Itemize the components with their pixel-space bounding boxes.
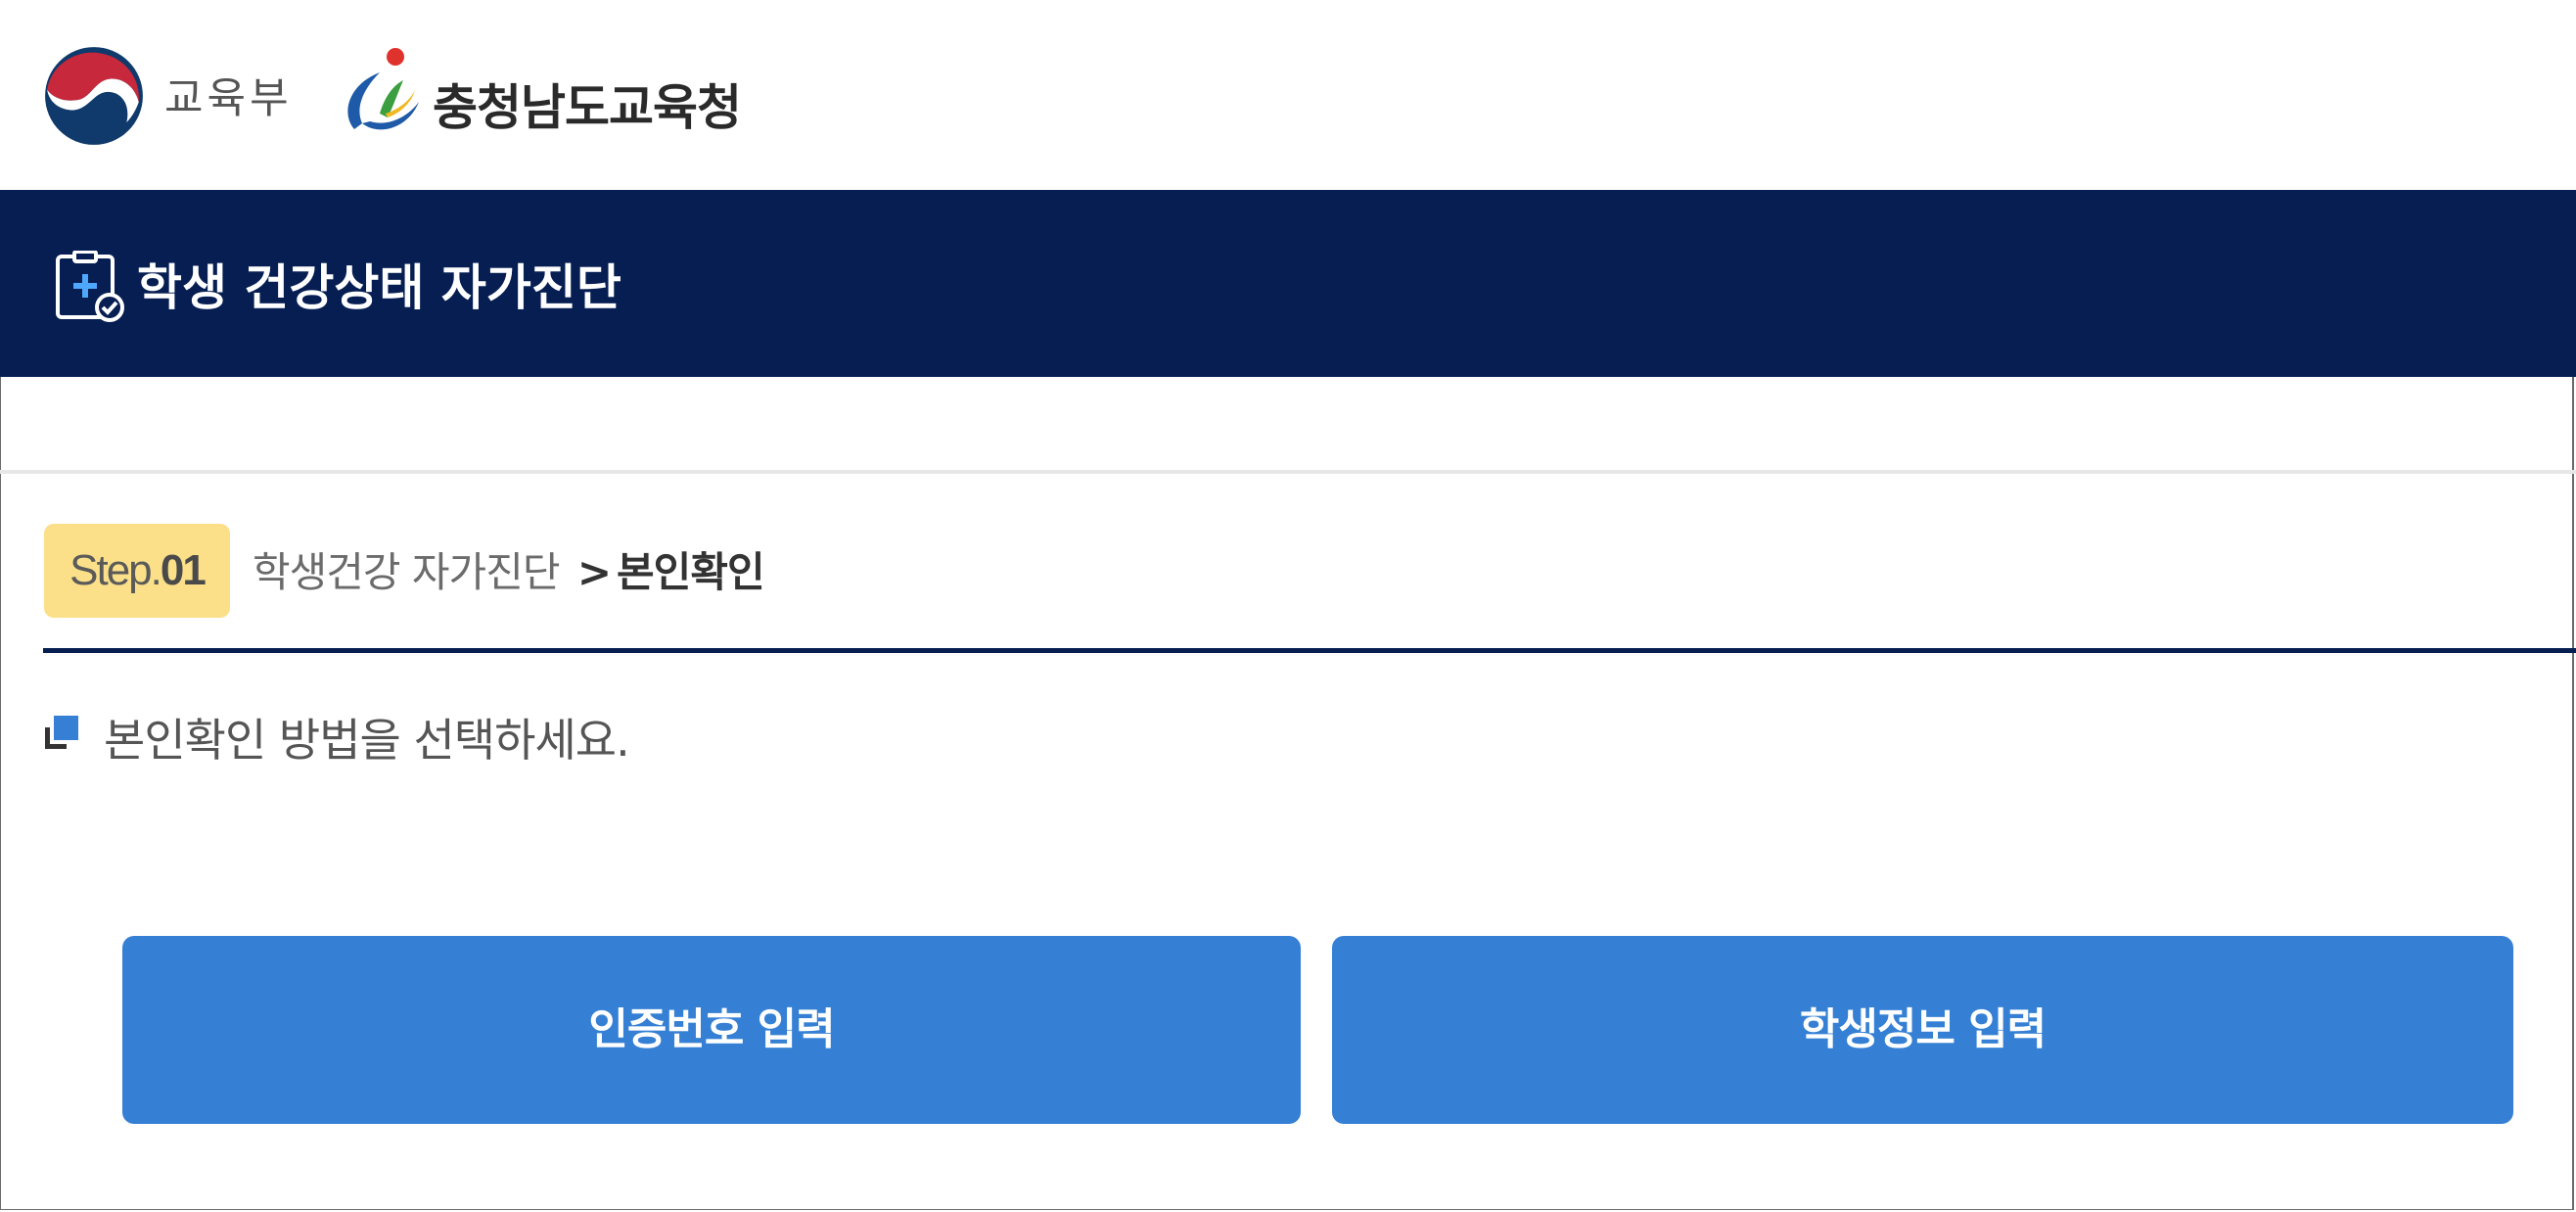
title-band: 학생 건강상태 자가진단 [0, 190, 2576, 377]
breadcrumb-separator: > [576, 548, 612, 596]
ministry-emblem-icon [45, 47, 143, 145]
breadcrumb-parent: 학생건강 자가진단 [253, 548, 560, 596]
step-badge-number: 01 [160, 546, 207, 594]
ministry-name: 교육부 [164, 74, 293, 123]
step-rule-divider [43, 648, 2576, 653]
clipboard-plus-check-icon [56, 251, 124, 322]
page-title: 학생 건강상태 자가진단 [137, 259, 621, 316]
breadcrumb-current: 본인확인 [617, 548, 765, 596]
office-name: 충청남도교육청 [433, 79, 742, 136]
step-badge: Step.01 [44, 524, 230, 618]
breadcrumb: 학생건강 자가진단 > 본인확인 [253, 539, 765, 599]
step-badge-prefix: Step. [69, 546, 162, 594]
logo-header: 교육부 충청남도교육청 [0, 0, 2576, 190]
section-divider [0, 470, 2576, 474]
office-emblem-icon [347, 48, 419, 130]
student-info-input-button[interactable]: 학생정보 입력 [1332, 936, 2513, 1124]
square-bullet-icon [45, 716, 78, 749]
instruction-text: 본인확인 방법을 선택하세요. [104, 714, 630, 767]
auth-code-input-button[interactable]: 인증번호 입력 [122, 936, 1301, 1124]
